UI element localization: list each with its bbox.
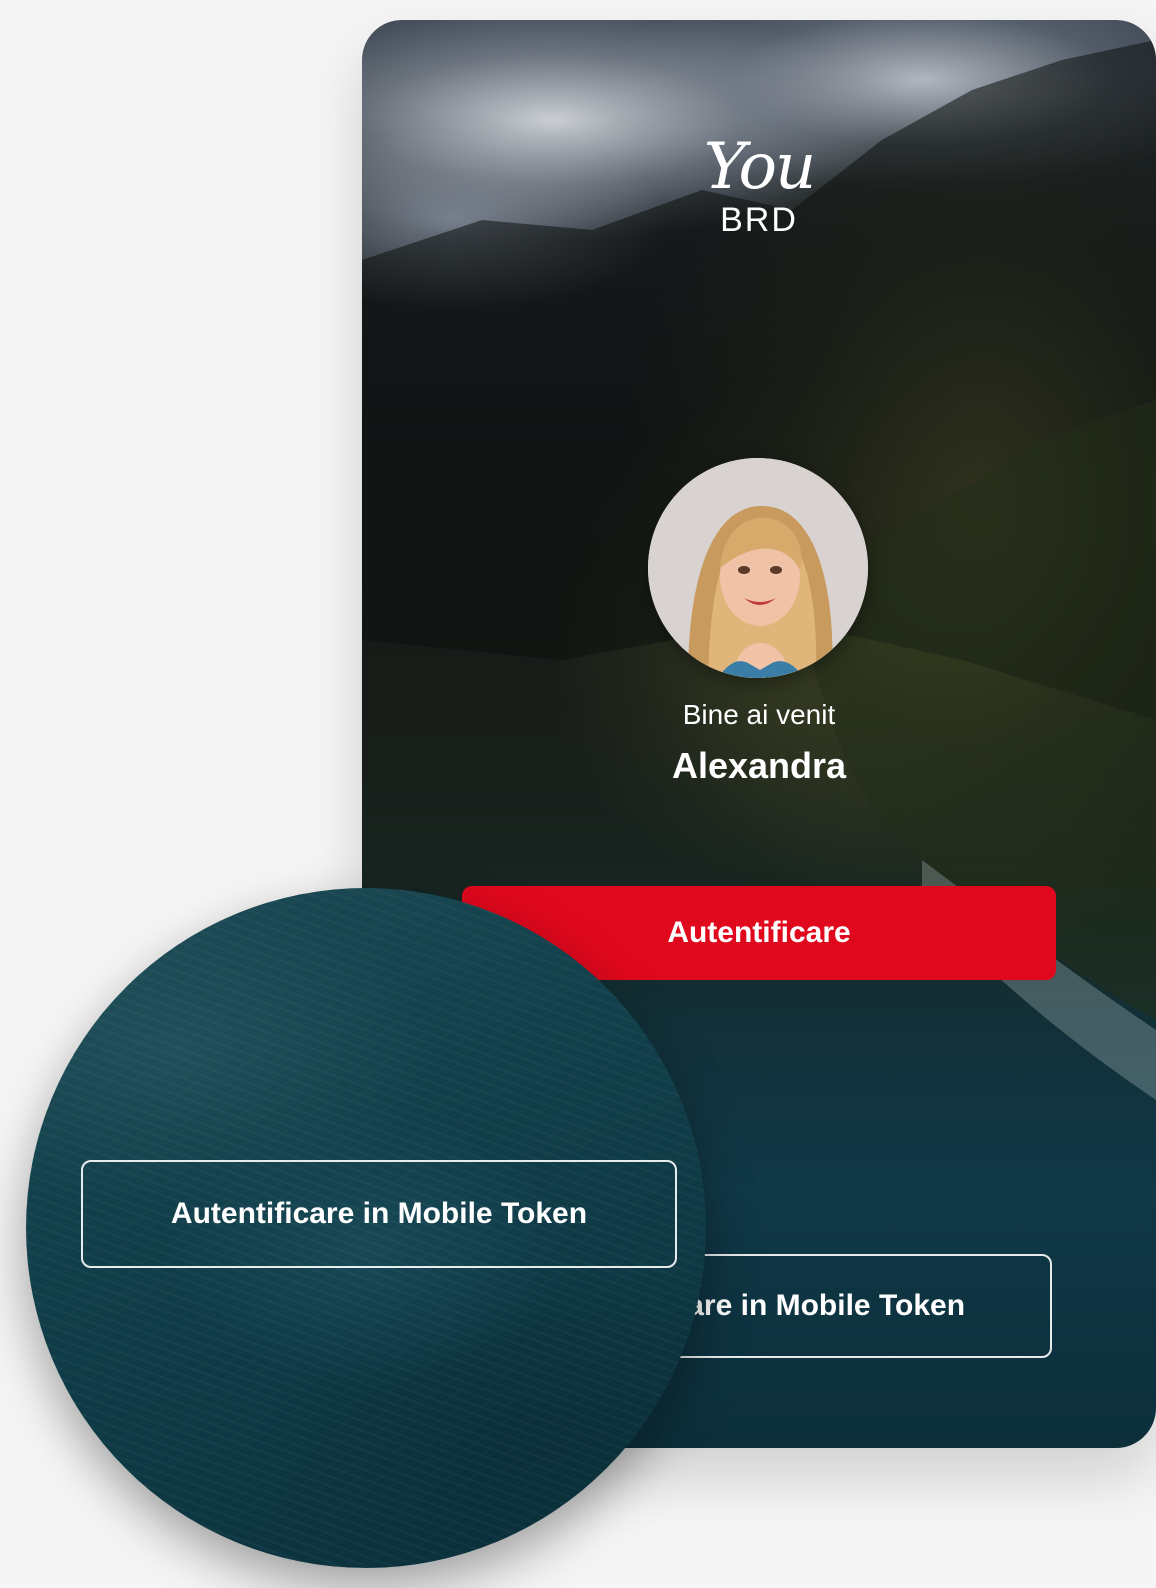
username-text: Alexandra — [671, 745, 847, 786]
avatar — [648, 458, 868, 678]
brand-logo: You BRD — [362, 132, 1156, 238]
welcome-text: Bine ai venit — [682, 699, 836, 730]
logo-brd-text: BRD — [720, 201, 798, 239]
zoom-mobile-token-button[interactable]: Autentificare in Mobile Token — [81, 1160, 677, 1268]
logo-you-text: You — [703, 130, 816, 204]
avatar-photo — [648, 458, 868, 678]
zoom-callout: Autentificare in Mobile Token — [26, 888, 706, 1568]
